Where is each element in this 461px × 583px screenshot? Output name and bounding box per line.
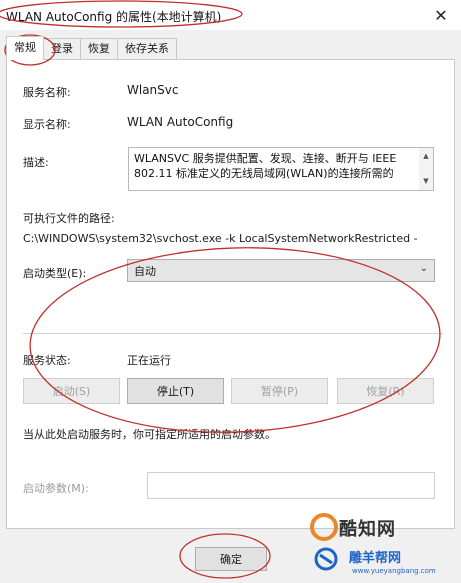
description-scrollbar[interactable]: ▲ ▼ bbox=[419, 148, 433, 190]
tab-recovery[interactable]: 恢复 bbox=[80, 38, 118, 60]
service-name-label: 服务名称: bbox=[23, 86, 71, 99]
watermark-brand: 酷知网 bbox=[339, 519, 396, 540]
description-label: 描述: bbox=[23, 156, 49, 169]
description-textbox[interactable]: WLANSVC 服务提供配置、发现、连接、断开与 IEEE 802.11 标准定… bbox=[128, 147, 434, 191]
divider bbox=[23, 333, 443, 334]
tab-logon[interactable]: 登录 bbox=[43, 38, 81, 60]
close-icon: ✕ bbox=[434, 5, 448, 25]
service-name-value: WlanSvc bbox=[127, 83, 179, 97]
exe-path-value: C:\WINDOWS\system32\svchost.exe -k Local… bbox=[23, 232, 418, 245]
chevron-down-icon: ⌄ bbox=[419, 263, 428, 274]
watermark-url: www.yueyangbang.com bbox=[352, 567, 436, 575]
start-params-label: 启动参数(M): bbox=[23, 482, 89, 495]
start-params-input[interactable] bbox=[147, 472, 435, 499]
tab-strip: 常规 登录 恢复 依存关系 bbox=[6, 36, 177, 60]
ok-button[interactable]: 确定 bbox=[195, 547, 267, 571]
start-params-hint: 当从此处启动服务时，你可指定所适用的启动参数。 bbox=[23, 428, 276, 441]
watermark: 酷知网 雕羊帮网 www.yueyangbang.com bbox=[294, 505, 461, 583]
startup-type-value: 自动 bbox=[134, 265, 156, 278]
stop-button[interactable]: 停止(T) bbox=[127, 378, 224, 404]
tab-general[interactable]: 常规 bbox=[6, 36, 44, 60]
exe-path-label: 可执行文件的路径: bbox=[23, 212, 115, 225]
watermark-brand-secondary: 雕羊帮网 bbox=[349, 551, 402, 566]
startup-type-label: 启动类型(E): bbox=[23, 267, 87, 280]
pause-button[interactable]: 暂停(P) bbox=[231, 378, 328, 404]
start-button[interactable]: 启动(S) bbox=[23, 378, 120, 404]
scroll-down-icon[interactable]: ▼ bbox=[423, 174, 428, 189]
tab-dependencies[interactable]: 依存关系 bbox=[117, 38, 177, 60]
window-title: WLAN AutoConfig 的属性(本地计算机) bbox=[6, 10, 222, 24]
resume-button[interactable]: 恢复(R) bbox=[337, 378, 434, 404]
service-status-value: 正在运行 bbox=[127, 354, 171, 367]
display-name-label: 显示名称: bbox=[23, 118, 71, 131]
close-button[interactable]: ✕ bbox=[421, 0, 461, 30]
description-text: WLANSVC 服务提供配置、发现、连接、断开与 IEEE 802.11 标准定… bbox=[134, 152, 397, 180]
service-status-label: 服务状态: bbox=[23, 354, 71, 367]
display-name-value: WLAN AutoConfig bbox=[127, 115, 234, 129]
startup-type-select[interactable]: 自动 ⌄ bbox=[127, 259, 435, 282]
title-bar: WLAN AutoConfig 的属性(本地计算机) ✕ bbox=[0, 0, 461, 30]
scroll-up-icon[interactable]: ▲ bbox=[423, 149, 428, 164]
general-panel: 服务名称: WlanSvc 显示名称: WLAN AutoConfig 描述: … bbox=[6, 59, 455, 529]
